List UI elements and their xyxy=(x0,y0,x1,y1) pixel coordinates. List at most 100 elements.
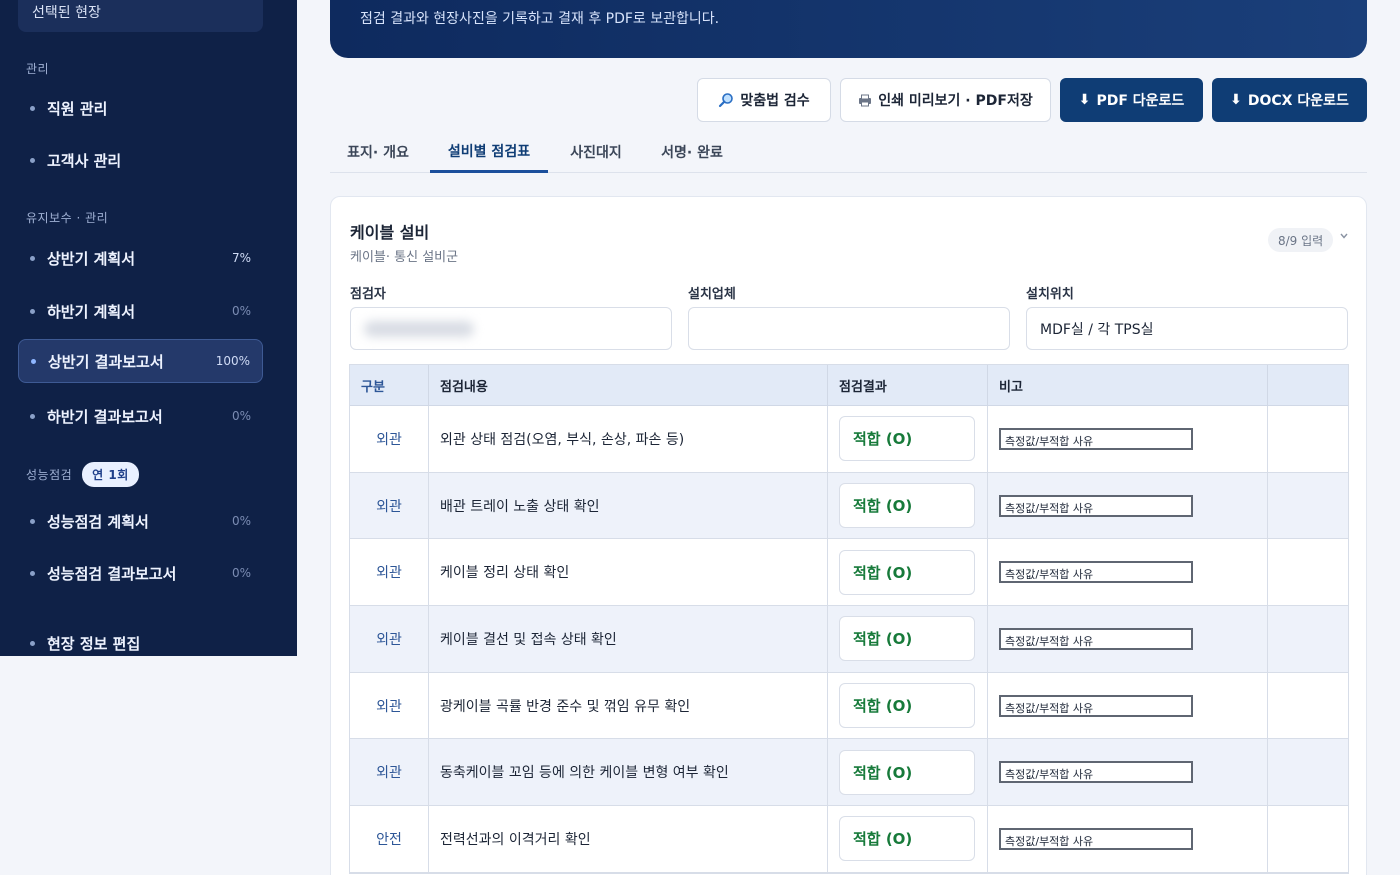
sidebar-item-label: 하반기 결과보고서 xyxy=(47,407,163,426)
sidebar-item-progress: 0% xyxy=(231,514,251,528)
table-row: 외관 배관 트레이 노출 상태 확인 적합 (O) 측정값/부적합 사유 xyxy=(350,472,1348,540)
bullet-icon xyxy=(30,518,35,524)
row-content: 광케이블 곡률 반경 준수 및 꺾임 유무 확인 xyxy=(429,672,828,739)
bullet-icon xyxy=(30,640,35,646)
input-count-badge: 8/9 입력 xyxy=(1268,228,1334,252)
redacted-name xyxy=(364,320,474,337)
tab-equipment-checklist[interactable]: 설비별 점검표 xyxy=(430,131,548,173)
bullet-icon xyxy=(30,308,35,314)
bullet-icon xyxy=(30,157,35,163)
magnifier-icon xyxy=(719,93,734,108)
header-category: 구분 xyxy=(350,365,429,405)
table-row: 안전 전력선과의 이격거리 확인 적합 (O) 측정값/부적합 사유 xyxy=(350,806,1348,873)
remark-input[interactable]: 측정값/부적합 사유 xyxy=(999,427,1193,450)
row-category: 안전 xyxy=(350,806,429,872)
selected-site-label: 선택된 현장 xyxy=(32,5,101,21)
sidebar-item-label: 고객사 관리 xyxy=(47,151,122,170)
table-header: 구분 점검내용 점검결과 비고 xyxy=(350,365,1348,406)
pdf-download-button[interactable]: ⬇ PDF 다운로드 xyxy=(1060,78,1203,122)
bullet-icon xyxy=(30,413,35,419)
selected-site-selector[interactable]: 선택된 현장 xyxy=(18,0,263,32)
tab-cover-overview[interactable]: 표지· 개요 xyxy=(330,131,426,173)
spell-check-button[interactable]: 맞춤법 검수 xyxy=(697,78,831,122)
result-select[interactable]: 적합 (O) xyxy=(839,616,975,662)
remark-input[interactable]: 측정값/부적합 사유 xyxy=(999,694,1193,717)
print-preview-button[interactable]: 인쇄 미리보기 · PDF저장 xyxy=(840,78,1051,122)
row-content: 외관 상태 점검(오염, 부식, 손상, 파손 등) xyxy=(429,406,828,472)
sidebar-item-progress: 0% xyxy=(231,304,251,318)
row-content: 케이블 정리 상태 확인 xyxy=(429,539,828,606)
section-label-performance: 성능점검 연 1회 xyxy=(26,462,139,487)
report-tabs: 표지· 개요 설비별 점검표 사진대지 서명· 완료 xyxy=(330,131,1367,173)
sidebar-item-label: 직원 관리 xyxy=(47,99,108,118)
table-row: 외관 외관 상태 점검(오염, 부식, 손상, 파손 등) 적합 (O) 측정값… xyxy=(350,406,1348,473)
sidebar-item-h1-plan[interactable]: 상반기 계획서 7% xyxy=(18,236,263,280)
sidebar-item-label: 성능점검 결과보고서 xyxy=(47,564,177,583)
remark-input[interactable]: 측정값/부적합 사유 xyxy=(999,627,1193,650)
checklist-table: 구분 점검내용 점검결과 비고 외관 외관 상태 점검(오염, 부식, 손상, … xyxy=(349,364,1349,874)
row-category: 외관 xyxy=(350,539,429,606)
result-select[interactable]: 적합 (O) xyxy=(839,416,975,462)
row-category: 외관 xyxy=(350,606,429,672)
sidebar-item-progress: 0% xyxy=(231,566,251,580)
remark-input[interactable]: 측정값/부적합 사유 xyxy=(999,561,1193,584)
header-content: 점검내용 xyxy=(429,365,828,405)
installer-field[interactable] xyxy=(688,307,1010,350)
row-category: 외관 xyxy=(350,739,429,806)
section-label-manage: 관리 xyxy=(26,62,50,76)
sidebar-item-perf-plan[interactable]: 성능점검 계획서 0% xyxy=(18,499,263,543)
sidebar-item-label: 상반기 결과보고서 xyxy=(48,352,164,371)
banner-description: 점검 결과와 현장사진을 기록하고 결재 후 PDF로 보관합니다. xyxy=(360,11,720,27)
header-extra xyxy=(1268,365,1348,405)
frequency-badge: 연 1회 xyxy=(82,462,139,487)
row-content: 케이블 결선 및 접속 상태 확인 xyxy=(429,606,828,672)
installer-label: 설치업체 xyxy=(688,287,736,302)
row-content: 동축케이블 꼬임 등에 의한 케이블 변형 여부 확인 xyxy=(429,739,828,806)
row-content: 배관 트레이 노출 상태 확인 xyxy=(429,472,828,539)
sidebar-item-h2-plan[interactable]: 하반기 계획서 0% xyxy=(18,289,263,333)
result-select[interactable]: 적합 (O) xyxy=(839,816,975,862)
chevron-down-icon[interactable] xyxy=(1340,233,1348,239)
sidebar-item-perf-report[interactable]: 성능점검 결과보고서 0% xyxy=(18,551,263,595)
table-row: 외관 동축케이블 꼬임 등에 의한 케이블 변형 여부 확인 적합 (O) 측정… xyxy=(350,739,1348,807)
result-select[interactable]: 적합 (O) xyxy=(839,549,975,595)
header-remark: 비고 xyxy=(988,365,1268,405)
card-subtitle: 케이블· 통신 설비군 xyxy=(350,250,459,265)
sidebar-item-progress: 7% xyxy=(231,251,251,265)
sidebar-item-progress: 0% xyxy=(231,409,251,423)
inspector-label: 점검자 xyxy=(350,287,386,302)
docx-download-button[interactable]: ⬇ DOCX 다운로드 xyxy=(1212,78,1367,122)
tab-photo-sheet[interactable]: 사진대지 xyxy=(552,131,640,173)
sidebar-item-h2-report[interactable]: 하반기 결과보고서 0% xyxy=(18,394,263,438)
result-select[interactable]: 적합 (O) xyxy=(839,683,975,729)
sidebar-item-label: 상반기 계획서 xyxy=(47,249,136,268)
remark-input[interactable]: 측정값/부적합 사유 xyxy=(999,494,1193,517)
sidebar-item-site-edit[interactable]: 현장 정보 편집 xyxy=(18,621,263,656)
row-category: 외관 xyxy=(350,406,429,472)
remark-input[interactable]: 측정값/부적합 사유 xyxy=(999,827,1193,850)
header-result: 점검결과 xyxy=(828,365,988,405)
sidebar-item-h1-report[interactable]: 상반기 결과보고서 100% xyxy=(18,339,263,383)
result-select[interactable]: 적합 (O) xyxy=(839,483,975,529)
equipment-card: 케이블 설비 케이블· 통신 설비군 8/9 입력 점검자 설치업체 설치위치 … xyxy=(330,196,1367,875)
section-label-maintenance: 유지보수 · 관리 xyxy=(26,211,109,225)
table-row: 외관 광케이블 곡률 반경 준수 및 꺾임 유무 확인 적합 (O) 측정값/부… xyxy=(350,672,1348,740)
sidebar-item-progress: 100% xyxy=(215,354,250,368)
sidebar-item-clients[interactable]: 고객사 관리 xyxy=(18,138,263,182)
bullet-icon xyxy=(30,105,35,111)
download-arrow-icon: ⬇ xyxy=(1230,92,1242,108)
remark-input[interactable]: 측정값/부적합 사유 xyxy=(999,761,1193,784)
card-title: 케이블 설비 xyxy=(350,223,430,242)
location-field[interactable]: MDF실 / 각 TPS실 xyxy=(1026,307,1348,350)
page-header-banner: 점검 결과와 현장사진을 기록하고 결재 후 PDF로 보관합니다. xyxy=(330,0,1367,58)
sidebar-item-label: 성능점검 계획서 xyxy=(47,512,149,531)
bullet-icon xyxy=(31,358,36,364)
result-select[interactable]: 적합 (O) xyxy=(839,749,975,795)
bullet-icon xyxy=(30,255,35,261)
sidebar-item-label: 현장 정보 편집 xyxy=(47,634,141,653)
sidebar-item-staff[interactable]: 직원 관리 xyxy=(18,86,263,130)
bullet-icon xyxy=(30,570,35,576)
tab-signature-complete[interactable]: 서명· 완료 xyxy=(644,131,740,173)
inspector-field[interactable] xyxy=(350,307,672,350)
row-category: 외관 xyxy=(350,672,429,739)
